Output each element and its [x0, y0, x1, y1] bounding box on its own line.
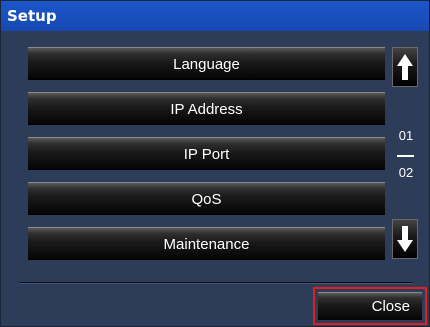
footer-divider	[19, 282, 413, 284]
current-page-number: 01	[398, 128, 414, 143]
page-divider	[397, 155, 414, 157]
close-button[interactable]: Close	[318, 292, 422, 320]
setup-window: Setup Language IP Address IP Port QoS Ma…	[0, 0, 430, 327]
arrow-up-icon	[396, 53, 414, 81]
close-button-highlight: Close	[313, 287, 427, 325]
language-button[interactable]: Language	[28, 47, 385, 80]
maintenance-button[interactable]: Maintenance	[28, 227, 385, 260]
arrow-down-icon	[396, 225, 414, 253]
page-up-button[interactable]	[392, 47, 418, 87]
ip-address-button[interactable]: IP Address	[28, 92, 385, 125]
total-pages-number: 02	[398, 165, 414, 180]
window-title: Setup	[1, 1, 429, 31]
qos-button[interactable]: QoS	[28, 182, 385, 215]
ip-port-button[interactable]: IP Port	[28, 137, 385, 170]
page-down-button[interactable]	[392, 219, 418, 259]
